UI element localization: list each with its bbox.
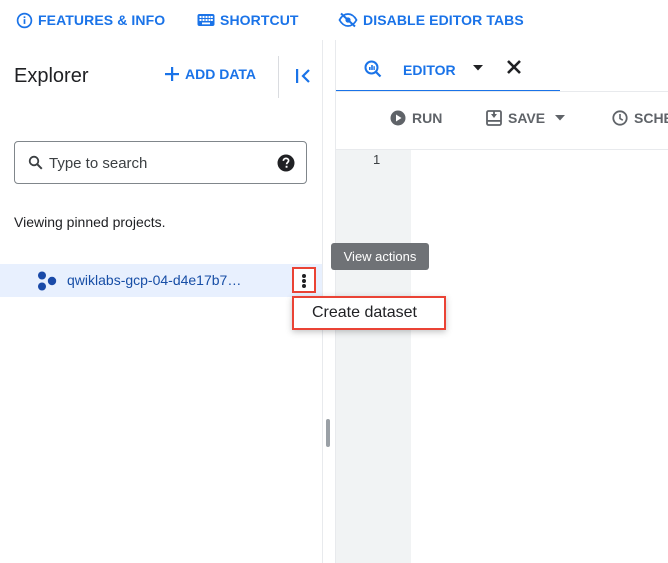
explorer-panel: Explorer ADD DATA Viewing pinned project… bbox=[0, 40, 322, 563]
view-actions-button[interactable] bbox=[292, 267, 316, 293]
clock-icon bbox=[612, 110, 628, 126]
line-number: 1 bbox=[373, 152, 381, 167]
search-box bbox=[14, 141, 307, 184]
info-icon bbox=[16, 12, 33, 28]
add-data-label: ADD DATA bbox=[185, 66, 257, 82]
explorer-title: Explorer bbox=[14, 65, 89, 87]
tab-menu-arrow-icon[interactable] bbox=[472, 64, 484, 72]
line-number-gutter: 1 bbox=[336, 150, 411, 563]
run-label: RUN bbox=[412, 110, 443, 126]
schedule-button[interactable]: SCHE bbox=[612, 110, 668, 126]
features-info-button[interactable]: FEATURES & INFO bbox=[16, 10, 165, 30]
save-label: SAVE bbox=[508, 110, 546, 126]
plus-icon bbox=[165, 67, 179, 81]
add-data-button[interactable]: ADD DATA bbox=[165, 66, 256, 82]
schedule-label: SCHE bbox=[634, 110, 668, 126]
editor-toolbar: RUN SAVE SCHE bbox=[336, 92, 668, 149]
top-bar: FEATURES & INFO SHORTCUT DISABLE EDITOR … bbox=[0, 0, 668, 40]
pinned-projects-note: Viewing pinned projects. bbox=[14, 214, 166, 230]
chevron-down-icon bbox=[555, 115, 566, 121]
query-icon bbox=[364, 60, 382, 78]
disable-editor-tabs-label: DISABLE EDITOR TABS bbox=[363, 12, 524, 28]
save-icon bbox=[486, 110, 502, 126]
shortcut-button[interactable]: SHORTCUT bbox=[197, 10, 299, 30]
header-divider bbox=[278, 56, 279, 98]
save-button[interactable]: SAVE bbox=[486, 110, 566, 126]
collapse-left-icon bbox=[296, 69, 310, 83]
kebab-dot bbox=[302, 274, 306, 278]
create-dataset-menu-item[interactable]: Create dataset bbox=[312, 304, 417, 322]
search-input[interactable] bbox=[49, 152, 269, 174]
features-info-label: FEATURES & INFO bbox=[38, 12, 166, 28]
tab-editor-label: EDITOR bbox=[403, 62, 456, 78]
view-actions-tooltip: View actions bbox=[331, 243, 429, 270]
shortcut-label: SHORTCUT bbox=[220, 12, 299, 28]
eye-off-icon bbox=[338, 12, 358, 28]
help-icon[interactable] bbox=[277, 154, 295, 172]
project-row[interactable]: qwiklabs-gcp-04-d4e17b7… bbox=[0, 264, 322, 297]
collapse-panel-button[interactable] bbox=[294, 68, 314, 84]
context-menu: Create dataset bbox=[292, 296, 446, 330]
project-name: qwiklabs-gcp-04-d4e17b7… bbox=[67, 272, 242, 288]
resize-handle[interactable] bbox=[326, 419, 330, 447]
search-icon bbox=[28, 155, 43, 170]
play-circle-icon bbox=[390, 110, 406, 126]
kebab-dot bbox=[302, 284, 306, 288]
kebab-dot bbox=[302, 279, 306, 283]
keyboard-icon bbox=[197, 14, 215, 26]
code-editor[interactable] bbox=[411, 150, 668, 563]
run-button[interactable]: RUN bbox=[390, 110, 442, 126]
tab-editor[interactable]: EDITOR bbox=[336, 40, 560, 92]
disable-editor-tabs-button[interactable]: DISABLE EDITOR TABS bbox=[338, 10, 524, 30]
project-icon bbox=[38, 271, 57, 291]
close-icon[interactable] bbox=[506, 59, 522, 75]
